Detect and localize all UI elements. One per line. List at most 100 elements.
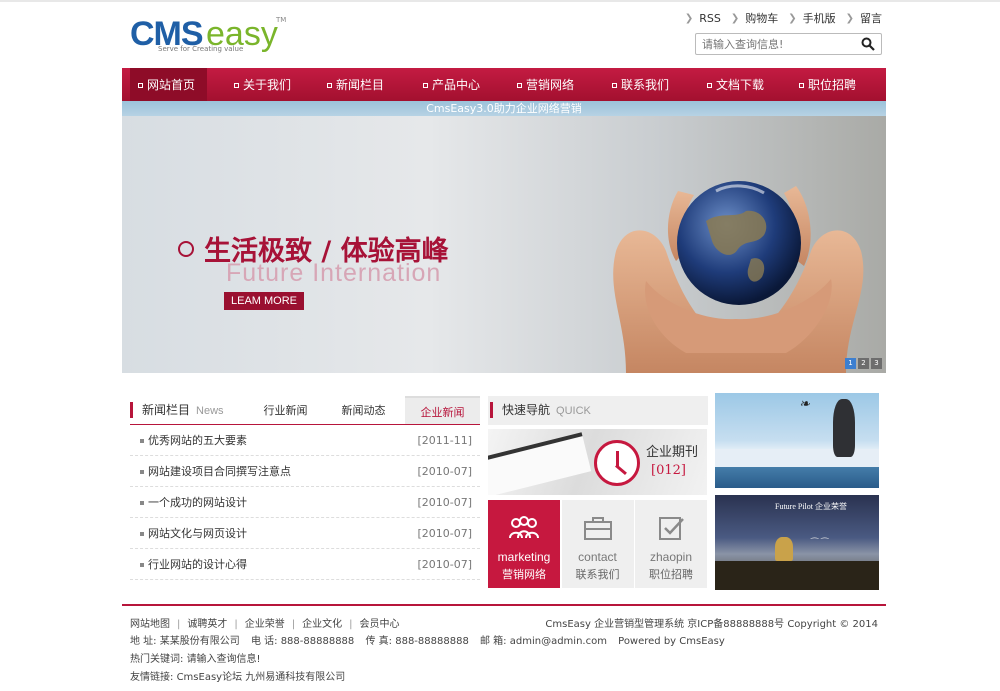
chevron-right-icon: ❯ — [845, 12, 854, 24]
footer-divider — [122, 604, 886, 606]
nav-item-marketing[interactable]: 营销网络 — [517, 68, 574, 102]
nav-item-about[interactable]: 关于我们 — [234, 68, 291, 102]
top-link-message[interactable]: ❯ 留言 — [846, 10, 882, 26]
learn-more-button[interactable]: LEAM MORE — [224, 292, 304, 310]
trophy-shape — [775, 537, 793, 561]
nav-item-contact[interactable]: 联系我们 — [612, 68, 669, 102]
nav-item-jobs[interactable]: 职位招聘 — [799, 68, 856, 102]
quick-nav-header: 快速导航 QUICK — [488, 396, 708, 425]
hot-keyword-link[interactable]: 请输入查询信息! — [187, 654, 261, 665]
top-border — [0, 0, 1000, 2]
bullet-icon — [140, 439, 144, 443]
search-box — [695, 33, 882, 55]
footer-link-culture[interactable]: 企业文化 — [302, 619, 342, 630]
logo-trademark: TM — [276, 16, 287, 24]
list-item[interactable]: 网站文化与网页设计 [2010-07] — [130, 518, 480, 549]
square-bullet-icon — [138, 83, 143, 88]
nav-item-products[interactable]: 产品中心 — [423, 68, 480, 102]
news-header: 新闻栏目 News 行业新闻 新闻动态 企业新闻 — [130, 396, 480, 425]
list-item[interactable]: 优秀网站的五大要素 [2011-11] — [130, 425, 480, 456]
quick-nav-title: 快速导航 QUICK — [490, 402, 591, 418]
bullet-icon — [140, 532, 144, 536]
footer-friend-links: 友情链接: CmsEasy论坛 九州易通科技有限公司 — [130, 672, 346, 683]
rock-shape — [833, 399, 855, 457]
nav-item-home[interactable]: 网站首页 — [130, 68, 208, 102]
list-item[interactable]: 行业网站的设计心得 [2010-07] — [130, 549, 480, 580]
friend-link-2[interactable]: 九州易通科技有限公司 — [245, 672, 345, 683]
square-bullet-icon — [234, 83, 239, 88]
square-bullet-icon — [707, 83, 712, 88]
top-link-cart[interactable]: ❯ 购物车 — [731, 10, 778, 26]
logo-tagline: Serve for Creating value — [158, 45, 244, 53]
bullet-icon — [140, 501, 144, 505]
footer-fax: 888-88888888 — [395, 636, 469, 647]
tile-contact[interactable]: contact 联系我们 — [561, 500, 634, 588]
globe-in-hands-image — [613, 181, 864, 373]
bullet-icon — [140, 563, 144, 567]
journal-title: 企业期刊 — [646, 445, 699, 460]
crowd-shape — [715, 561, 879, 590]
nav-item-downloads[interactable]: 文档下载 — [707, 68, 764, 102]
journal-number: [012] — [651, 463, 686, 478]
square-bullet-icon — [612, 83, 617, 88]
tab-industry-news[interactable]: 行业新闻 — [248, 396, 323, 425]
journal-banner[interactable]: 企业期刊 [012] — [488, 429, 707, 495]
nav-item-news[interactable]: 新闻栏目 — [327, 68, 384, 102]
footer-link-sitemap[interactable]: 网站地图 — [130, 619, 170, 630]
list-item[interactable]: 一个成功的网站设计 [2010-07] — [130, 487, 480, 518]
footer-address: 某某股份有限公司 — [159, 636, 240, 647]
footer-link-members[interactable]: 会员中心 — [360, 619, 400, 630]
quick-nav-section: 快速导航 QUICK 企业期刊 [012] marketing 营销网络 cont… — [488, 396, 708, 588]
briefcase-icon — [583, 517, 612, 540]
checkmark-icon — [659, 517, 684, 540]
footer-email[interactable]: admin@admin.com — [510, 636, 607, 647]
footer-copyright: CmsEasy 企业营销型管理系统 京ICP备88888888号 Copyrig… — [545, 619, 878, 630]
main-nav: 网站首页 关于我们 新闻栏目 产品中心 营销网络 联系我们 文档下载 职位招聘 — [122, 68, 886, 102]
site-logo[interactable]: CMS easy TM Serve for Creating value — [130, 14, 290, 56]
paper-image — [488, 432, 592, 495]
slider-dots: 1 2 3 — [843, 358, 882, 369]
slider-dot-3[interactable]: 3 — [871, 358, 882, 369]
side-image-landscape[interactable]: ❧ — [715, 393, 879, 488]
hero-banner[interactable]: CmsEasy3.0助力企业网络营销 生活极致 / 体验高峰 Future In… — [122, 101, 886, 373]
friend-link-1[interactable]: CmsEasy论坛 — [177, 672, 243, 683]
slider-dot-2[interactable]: 2 — [858, 358, 869, 369]
footer-powered[interactable]: Powered by CmsEasy — [618, 636, 725, 647]
footer-links: 网站地图 | 诚聘英才 | 企业荣誉 | 企业文化 | 会员中心 — [130, 619, 400, 630]
ring-icon — [178, 240, 194, 257]
square-bullet-icon — [423, 83, 428, 88]
tab-news-updates[interactable]: 新闻动态 — [326, 396, 401, 425]
banner-subtitle: Future Internation — [226, 259, 442, 287]
clouds-shape — [715, 449, 879, 467]
list-item[interactable]: 网站建设项目合同撰写注意点 [2010-07] — [130, 456, 480, 487]
chevron-right-icon: ❯ — [730, 12, 740, 24]
search-icon[interactable] — [861, 37, 875, 51]
clock-icon — [594, 440, 640, 486]
slider-dot-1[interactable]: 1 — [845, 358, 856, 369]
tile-marketing[interactable]: marketing 营销网络 — [488, 500, 560, 588]
people-icon — [509, 516, 539, 539]
top-link-mobile[interactable]: ❯ 手机版 — [788, 10, 835, 26]
footer-link-honors[interactable]: 企业荣誉 — [245, 619, 285, 630]
calligraphy-mark: ❧ — [799, 397, 810, 412]
birds-shape: ⁀ ⁀ — [811, 539, 829, 549]
side-image-honor[interactable]: Future Pilot 企业荣誉 ⁀ ⁀ — [715, 495, 879, 590]
top-link-rss[interactable]: ❯ RSS — [685, 12, 721, 25]
search-input[interactable] — [702, 37, 852, 52]
square-bullet-icon — [327, 83, 332, 88]
top-links: ❯ RSS ❯ 购物车 ❯ 手机版 ❯ 留言 — [675, 10, 882, 26]
footer-phone: 888-88888888 — [280, 636, 355, 647]
square-bullet-icon — [517, 83, 522, 88]
news-list: 优秀网站的五大要素 [2011-11] 网站建设项目合同撰写注意点 [2010-07… — [130, 425, 480, 580]
bullet-icon — [140, 470, 144, 474]
chevron-right-icon: ❯ — [788, 12, 797, 24]
tile-jobs[interactable]: zhaopin 职位招聘 — [635, 500, 707, 588]
news-section: 新闻栏目 News 行业新闻 新闻动态 企业新闻 优秀网站的五大要素 [2011-1… — [130, 396, 480, 580]
chevron-right-icon: ❯ — [684, 12, 694, 24]
news-section-title: 新闻栏目 News — [130, 402, 224, 418]
footer-contact-line: 地 址: 某某股份有限公司 电 话: 888-88888888 传 真: 888… — [130, 636, 725, 647]
quick-tiles: marketing 营销网络 contact 联系我们 zhaopin 职位招聘 — [488, 500, 707, 588]
square-bullet-icon — [799, 83, 804, 88]
footer-link-careers[interactable]: 诚聘英才 — [187, 619, 227, 630]
tab-company-news[interactable]: 企业新闻 — [405, 396, 480, 424]
